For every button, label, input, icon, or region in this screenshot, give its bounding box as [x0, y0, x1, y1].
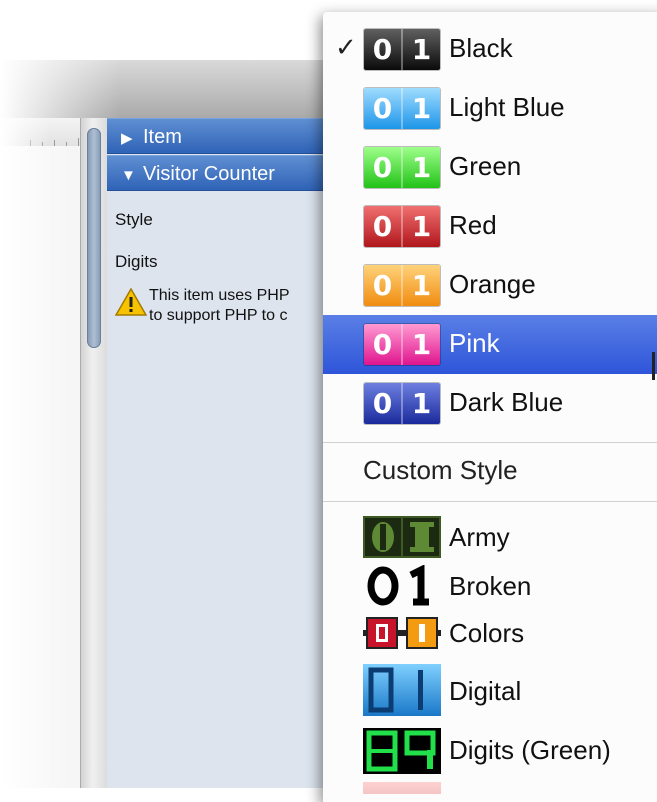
menu-item-colors[interactable]: Colors: [323, 608, 657, 658]
light-blue-swatch-icon: 01: [364, 88, 440, 129]
dark-blue-swatch-icon: 01: [364, 383, 440, 424]
colors-counter-icon: [363, 617, 441, 649]
digits-green-counter-icon: [363, 728, 441, 774]
menu-item-partial: [363, 782, 441, 794]
section-item-header[interactable]: ▶ Item: [107, 118, 337, 154]
menu-item-label: Dark Blue: [449, 387, 564, 417]
pink-swatch-icon: 01: [364, 324, 440, 365]
red-swatch-icon: 01: [364, 206, 440, 247]
menu-item-red[interactable]: 01 Red: [323, 197, 657, 256]
menu-item-label: Broken: [449, 571, 532, 601]
menu-item-orange[interactable]: 01 Orange: [323, 256, 657, 315]
menu-item-label: Army: [449, 522, 510, 552]
digits-label: Digits: [115, 252, 158, 271]
menu-item-digits-green[interactable]: Digits (Green): [323, 724, 657, 776]
menu-item-label: Pink: [449, 328, 500, 358]
black-swatch-icon: 01: [364, 29, 440, 70]
menu-item-label: Orange: [449, 269, 536, 299]
broken-counter-icon: [367, 565, 429, 606]
menu-item-label: Red: [449, 210, 497, 240]
menu-item-label: Green: [449, 151, 522, 181]
menu-separator: [323, 501, 657, 502]
menu-separator: [323, 442, 657, 443]
menu-item-green[interactable]: 01 Green: [323, 138, 657, 197]
scrollbar-thumb[interactable]: [87, 128, 101, 348]
menu-item-label: Digits (Green): [449, 735, 611, 765]
menu-item-label: Black: [449, 33, 513, 63]
disclosure-right-icon: ▶: [121, 130, 133, 147]
warning-icon: [115, 288, 147, 316]
style-label: Style: [115, 210, 153, 229]
disclosure-down-icon: ▼: [121, 167, 136, 184]
menu-item-light-blue[interactable]: 01 Light Blue: [323, 79, 657, 138]
checkmark-icon: ✓: [335, 32, 357, 62]
page-canvas: [0, 146, 80, 788]
menu-item-digital[interactable]: Digital: [323, 660, 657, 720]
ruler: [0, 118, 80, 146]
vertical-scrollbar[interactable]: [80, 118, 107, 788]
section-visitor-counter-label: Visitor Counter: [143, 163, 275, 185]
army-counter-icon: [363, 516, 441, 558]
orange-swatch-icon: 01: [364, 265, 440, 306]
digital-counter-icon: [363, 664, 441, 716]
section-visitor-counter-header[interactable]: ▼ Visitor Counter: [107, 155, 337, 191]
menu-item-army[interactable]: Army: [323, 512, 657, 562]
counter-style-menu: ✓ 01 Black 01 Light Blue 01 Green 01 Red…: [323, 12, 657, 802]
warning-text: This item uses PHP to support PHP to c: [149, 287, 290, 324]
text-cursor-icon: [652, 352, 655, 380]
section-item-label: Item: [143, 126, 182, 148]
menu-item-label: Light Blue: [449, 92, 565, 122]
toolbar: [0, 60, 330, 118]
menu-item-dark-blue[interactable]: 01 Dark Blue: [323, 374, 657, 433]
green-swatch-icon: 01: [364, 147, 440, 188]
menu-item-black[interactable]: ✓ 01 Black: [323, 20, 657, 79]
menu-item-broken[interactable]: Broken: [323, 561, 657, 611]
menu-item-label: Digital: [449, 676, 522, 706]
menu-item-label: Colors: [449, 618, 525, 648]
custom-style-header: Custom Style: [363, 455, 518, 485]
inspector-panel: ▶ Item ▼ Visitor Counter Style Digits This…: [107, 118, 337, 788]
menu-item-pink[interactable]: 01 Pink: [323, 315, 657, 374]
